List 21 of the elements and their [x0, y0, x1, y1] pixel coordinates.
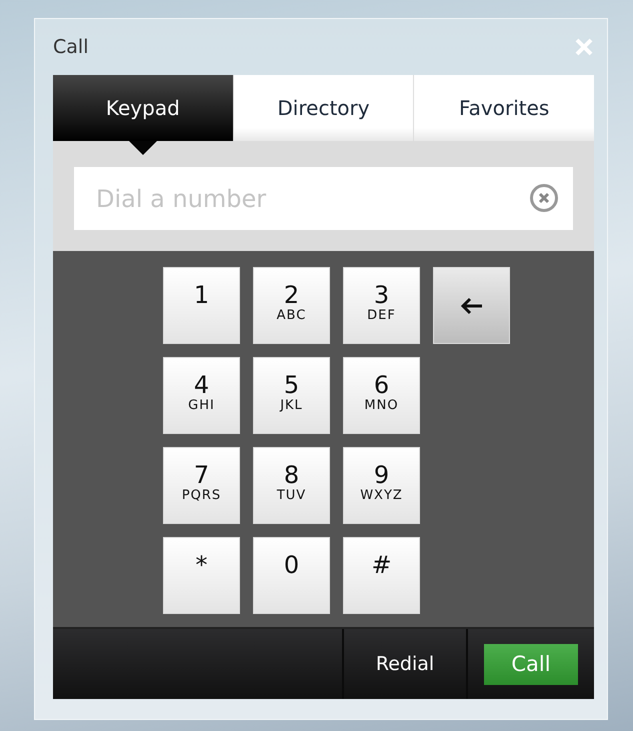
- keypad-key[interactable]: 4 GHI: [163, 357, 240, 434]
- keypad-key[interactable]: #: [343, 537, 420, 614]
- keypad-key[interactable]: 8 TUV: [253, 447, 330, 524]
- keypad-key[interactable]: *: [163, 537, 240, 614]
- tab[interactable]: Favorites: [413, 75, 594, 141]
- close-icon[interactable]: [574, 37, 594, 57]
- keypad-key[interactable]: 2 ABC: [253, 267, 330, 344]
- keypad-key[interactable]: 3 DEF: [343, 267, 420, 344]
- keypad-key[interactable]: 9 WXYZ: [343, 447, 420, 524]
- clear-icon[interactable]: [529, 183, 559, 213]
- redial-button[interactable]: Redial: [376, 653, 434, 675]
- keypad-key[interactable]: 7 PQRS: [163, 447, 240, 524]
- keypad-key[interactable]: 6 MNO: [343, 357, 420, 434]
- keypad-key[interactable]: 1: [163, 267, 240, 344]
- keypad-key[interactable]: 0: [253, 537, 330, 614]
- window-title: Call: [53, 36, 88, 58]
- dial-field[interactable]: Dial a number: [74, 167, 573, 230]
- left-arrow-icon: [460, 296, 484, 314]
- keypad-key[interactable]: 5 JKL: [253, 357, 330, 434]
- tab[interactable]: Directory: [232, 75, 414, 141]
- backspace-key[interactable]: [433, 267, 510, 344]
